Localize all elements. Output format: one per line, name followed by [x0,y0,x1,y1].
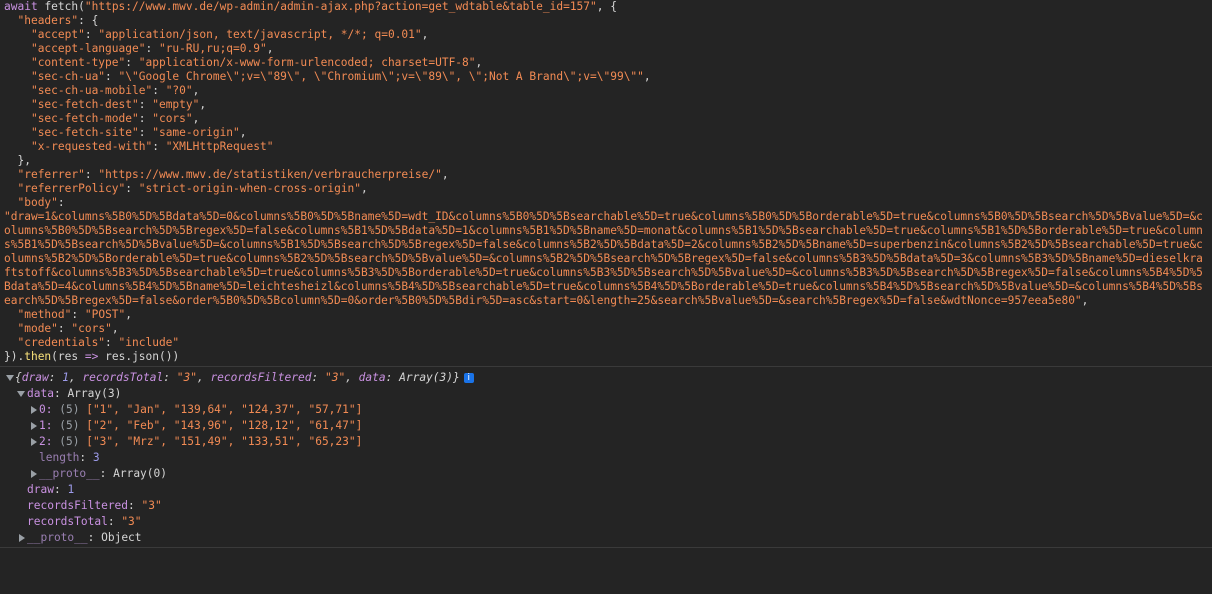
info-icon[interactable]: i [463,373,474,383]
header-key: "sec-ch-ua" [30,70,106,83]
result-summary-row[interactable]: {draw: 1, recordsTotal: "3", recordsFilt… [0,370,1212,386]
data-rows: 0: (5) ["1", "Jan", "139,64", "124,37", … [0,402,1212,450]
header-value: "ru-RU,ru;q=0.9" [158,42,267,55]
fetch-function: fetch [44,0,79,13]
row-values: ["2", "Feb", "143,96", "128,12", "61,47"… [86,419,363,432]
console-result: {draw: 1, recordsTotal: "3", recordsFilt… [0,370,1212,546]
header-line: "sec-fetch-dest": "empty", [30,98,207,111]
draw-row: draw: 1 [27,483,75,496]
data-row[interactable]: 0: (5) ["1", "Jan", "139,64", "124,37", … [0,402,1212,418]
header-key: "x-requested-with" [30,140,153,153]
proto-array-row[interactable]: __proto__: Array(0) [0,466,1212,482]
records-filtered-row: recordsFiltered: "3" [27,499,162,512]
proto-object-row[interactable]: __proto__: Object [0,530,1212,546]
row-length: (5) [59,435,80,448]
body-key-line: "body": [17,196,65,209]
await-keyword: await [4,0,38,13]
header-line: "accept-language": "ru-RU,ru;q=0.9", [30,42,274,55]
header-value: "cors" [152,112,193,125]
expand-caret-icon[interactable] [17,391,25,397]
mode-value: "cors" [71,322,112,335]
method-line: "method": "POST", [17,308,133,321]
header-line: "accept": "application/json, text/javasc… [30,28,429,41]
row-values: ["3", "Mrz", "151,49", "133,51", "65,23"… [86,435,363,448]
result-summary: {draw: 1, recordsTotal: "3", recordsFilt… [15,370,474,386]
then-line: }).then(res => res.json()) [4,350,180,363]
row-index: 1: [39,419,53,432]
method-value: "POST" [84,308,126,321]
row-index: 2: [39,435,53,448]
records-total-row: recordsTotal: "3" [27,515,142,528]
header-value: "application/json, text/javascript, */*;… [98,28,422,41]
header-key: "sec-fetch-mode" [30,112,139,125]
header-key: "sec-ch-ua-mobile" [30,84,153,97]
header-key: "content-type" [30,56,126,69]
body-value: "draw=1&columns%5B0%5D%5Bdata%5D=0&colum… [4,210,1203,307]
header-line: "content-type": "application/x-www-form-… [30,56,483,69]
console-separator [0,366,1212,367]
mode-line: "mode": "cors", [17,322,119,335]
row-length: (5) [59,419,80,432]
row-values: ["1", "Jan", "139,64", "124,37", "57,71"… [86,403,363,416]
expand-caret-icon[interactable] [6,375,14,381]
headers-open-line: "headers": { [17,14,99,27]
header-key: "accept" [30,28,85,41]
devtools-console: await fetch("https://www.mwv.de/wp-admin… [0,0,1212,555]
row-length: (5) [59,403,80,416]
expand-caret-icon[interactable] [31,438,37,446]
referrer-line: "referrer": "https://www.mwv.de/statisti… [17,168,449,181]
referrer-policy-line: "referrerPolicy": "strict-origin-when-cr… [17,182,368,195]
row-index: 0: [39,403,53,416]
header-value: "XMLHttpRequest" [165,140,274,153]
length-row: length: 3 [39,451,100,464]
header-line: "sec-ch-ua-mobile": "?0", [30,84,200,97]
header-value: "application/x-www-form-urlencoded; char… [138,56,476,69]
referrer-value: "https://www.mwv.de/statistiken/verbrauc… [98,168,442,181]
credentials-value: "include" [118,336,180,349]
header-key: "accept-language" [30,42,146,55]
expand-caret-icon[interactable] [19,534,25,542]
referrer-policy-value: "strict-origin-when-cross-origin" [138,182,362,195]
header-line: "sec-fetch-mode": "cors", [30,112,200,125]
header-line: "sec-fetch-site": "same-origin", [30,126,247,139]
then-function: then [24,350,52,363]
header-key: "sec-fetch-site" [30,126,139,139]
console-prompt-border [0,547,1212,548]
header-value: "empty" [152,98,200,111]
data-key: data [27,387,54,400]
header-value: "?0" [165,84,193,97]
header-line: "sec-ch-ua": "\"Google Chrome\";v=\"89\"… [30,70,651,83]
expand-caret-icon[interactable] [31,470,37,478]
headers-close-line: }, [4,154,31,167]
data-row[interactable]: 1: (5) ["2", "Feb", "143,96", "128,12", … [0,418,1212,434]
header-key: "sec-fetch-dest" [30,98,139,111]
data-row[interactable]: 2: (5) ["3", "Mrz", "151,49", "133,51", … [0,434,1212,450]
expand-caret-icon[interactable] [31,406,37,414]
header-line: "x-requested-with": "XMLHttpRequest" [30,140,274,153]
expand-caret-icon[interactable] [31,422,37,430]
fetch-line: await fetch("https://www.mwv.de/wp-admin… [4,0,617,13]
header-value: "\"Google Chrome\";v=\"89\", \"Chromium\… [118,70,644,83]
data-type: Array(3) [67,387,122,400]
credentials-line: "credentials": "include" [17,336,180,349]
data-array-row[interactable]: data: Array(3) [0,386,1212,402]
fetch-url: "https://www.mwv.de/wp-admin/admin-ajax.… [84,0,597,13]
headers-list: "accept": "application/json, text/javasc… [4,28,1208,154]
header-value: "same-origin" [152,126,240,139]
console-input-echo: await fetch("https://www.mwv.de/wp-admin… [4,0,1208,364]
